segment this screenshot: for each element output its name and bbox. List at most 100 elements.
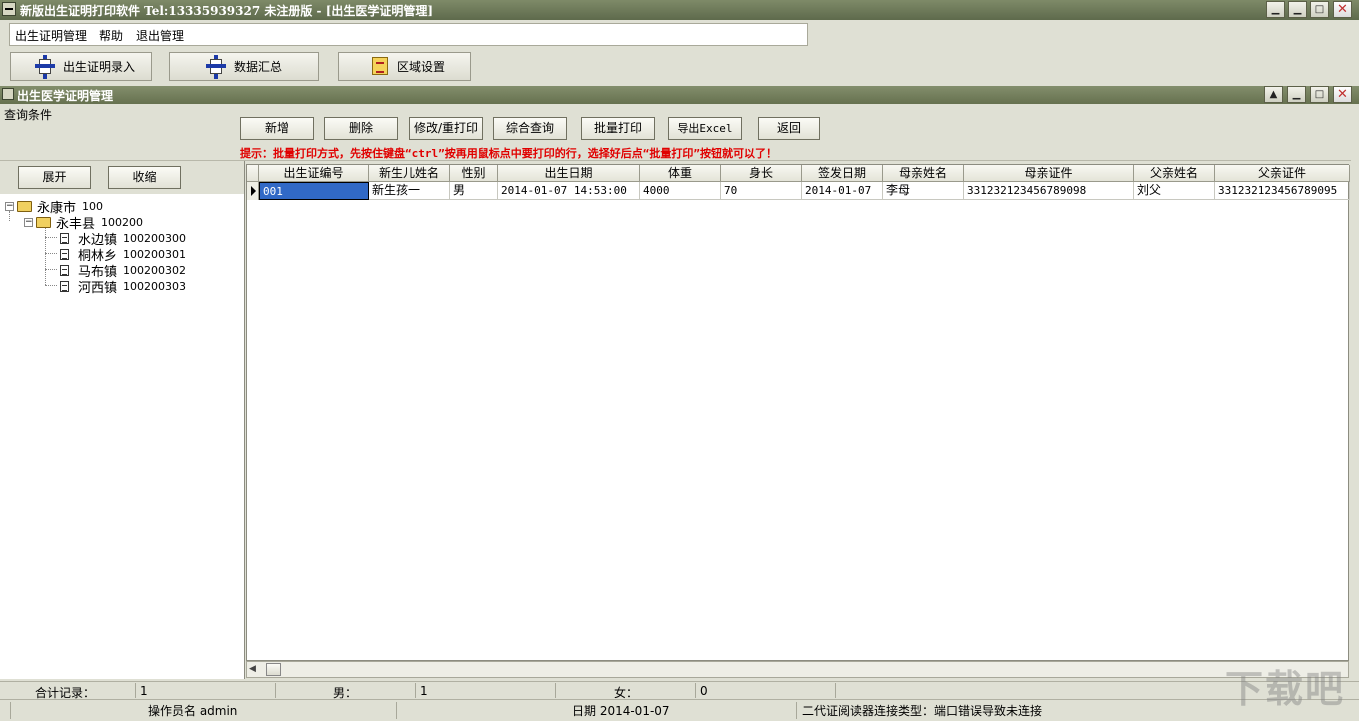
column-header[interactable]: 父亲姓名 xyxy=(1134,165,1215,182)
batch-print-button[interactable]: 批量打印 xyxy=(581,117,655,140)
restore-button[interactable]: ▁ xyxy=(1288,1,1307,18)
tree-line xyxy=(45,237,57,238)
document-arrows-icon xyxy=(31,54,61,80)
cell-issue-date[interactable]: 2014-01-07 xyxy=(802,182,883,200)
column-header[interactable]: 出生日期 xyxy=(498,165,640,182)
document-arrows-icon xyxy=(202,54,232,80)
area-settings-button[interactable]: 区域设置 xyxy=(338,52,471,81)
cell-weight[interactable]: 4000 xyxy=(640,182,721,200)
folder-open-icon xyxy=(17,201,32,212)
child-maximize-button[interactable]: □ xyxy=(1310,86,1329,103)
status-separator xyxy=(135,683,136,698)
menu-exit[interactable]: 退出管理 xyxy=(136,27,184,44)
current-row-indicator-icon xyxy=(247,182,259,200)
app-menu-icon[interactable] xyxy=(2,2,16,16)
tree-line xyxy=(45,269,57,270)
cell-mother-name[interactable]: 李母 xyxy=(883,182,964,200)
delete-button[interactable]: 删除 xyxy=(324,117,398,140)
child-menu-icon[interactable] xyxy=(2,88,14,100)
status-separator xyxy=(275,683,276,698)
tree-node-code: 100200300 xyxy=(123,232,187,245)
app-title: 新版出生证明打印软件 Tel:13335939327 未注册版 - [出生医学证… xyxy=(20,4,434,18)
add-button[interactable]: 新增 xyxy=(240,117,314,140)
status-separator xyxy=(415,683,416,698)
column-header[interactable]: 新生儿姓名 xyxy=(369,165,450,182)
status-separator xyxy=(796,702,797,719)
cell-length[interactable]: 70 xyxy=(721,182,802,200)
records-grid[interactable]: 出生证编号 新生儿姓名 性别 出生日期 体重 身长 签发日期 母亲姓名 母亲证件… xyxy=(246,164,1350,661)
export-excel-button[interactable]: 导出Excel xyxy=(668,117,742,140)
menu-bar: 出生证明管理 帮助 退出管理 xyxy=(9,23,808,46)
child-window-title-bar: 出生医学证明管理 ▲ ▁ □ ✕ xyxy=(0,86,1359,104)
back-button[interactable]: 返回 xyxy=(758,117,820,140)
status-separator xyxy=(10,702,11,719)
data-summary-button[interactable]: 数据汇总 xyxy=(169,52,319,81)
summary-status-bar: 合计记录： 1 男： 1 女： 0 xyxy=(0,681,1359,700)
cell-certificate-no[interactable]: 001 xyxy=(259,182,369,200)
tree-node-name: 河西镇 xyxy=(78,281,118,296)
tree-line xyxy=(45,285,57,286)
status-separator xyxy=(835,683,836,698)
operator-name: 操作员名 admin xyxy=(148,704,238,718)
settings-document-icon xyxy=(367,54,397,80)
minimize-button[interactable]: ▁ xyxy=(1266,1,1285,18)
child-window-title: 出生医学证明管理 xyxy=(17,89,114,103)
collapse-toggle-icon[interactable]: − xyxy=(5,202,14,211)
document-icon xyxy=(60,265,69,276)
close-button[interactable]: ✕ xyxy=(1333,1,1352,18)
region-tree-pane: 展开 收缩 − 永康市 100 − 永丰县 100200 水边镇 1002003… xyxy=(0,161,245,679)
table-row[interactable]: 001 新生孩一 男 2014-01-07 14:53:00 4000 70 2… xyxy=(247,182,1350,200)
row-indicator-header xyxy=(247,165,259,182)
data-summary-label: 数据汇总 xyxy=(234,60,283,74)
column-header[interactable]: 性别 xyxy=(450,165,498,182)
child-minimize-button[interactable]: ▲ xyxy=(1264,86,1283,103)
app-title-bar: 新版出生证明打印软件 Tel:13335939327 未注册版 - [出生医学证… xyxy=(0,0,1359,20)
tree-node-code: 100200303 xyxy=(123,280,187,293)
cell-father-name[interactable]: 刘父 xyxy=(1134,182,1215,200)
current-date: 日期 2014-01-07 xyxy=(572,704,670,718)
child-close-button[interactable]: ✕ xyxy=(1333,86,1352,103)
status-separator xyxy=(555,683,556,698)
collapse-button[interactable]: 收缩 xyxy=(108,166,181,189)
birth-entry-button[interactable]: 出生证明录入 xyxy=(10,52,152,81)
grid-header: 出生证编号 新生儿姓名 性别 出生日期 体重 身长 签发日期 母亲姓名 母亲证件… xyxy=(247,165,1350,182)
cell-mother-id[interactable]: 331232123456789098 xyxy=(964,182,1134,200)
cell-newborn-name[interactable]: 新生孩一 xyxy=(369,182,450,200)
tree-node-code: 100200302 xyxy=(123,264,187,277)
column-header[interactable]: 签发日期 xyxy=(802,165,883,182)
scroll-left-icon[interactable]: ◀ xyxy=(249,664,256,674)
maximize-button[interactable]: □ xyxy=(1310,1,1329,18)
cell-gender[interactable]: 男 xyxy=(450,182,498,200)
menu-birth-management[interactable]: 出生证明管理 xyxy=(15,27,87,44)
column-header[interactable]: 父亲证件 xyxy=(1215,165,1350,182)
collapse-toggle-icon[interactable]: − xyxy=(24,218,33,227)
id-reader-status: 二代证阅读器连接类型：端口错误导致未连接 xyxy=(802,704,1043,718)
status-separator xyxy=(695,683,696,698)
child-restore-button[interactable]: ▁ xyxy=(1287,86,1306,103)
column-header[interactable]: 身长 xyxy=(721,165,802,182)
menu-help[interactable]: 帮助 xyxy=(99,27,123,44)
status-separator xyxy=(396,702,397,719)
cell-father-id[interactable]: 331232123456789095 xyxy=(1215,182,1350,200)
app-status-bar: 操作员名 admin 日期 2014-01-07 二代证阅读器连接类型：端口错误… xyxy=(0,699,1359,721)
column-header[interactable]: 出生证编号 xyxy=(259,165,369,182)
search-button[interactable]: 综合查询 xyxy=(493,117,567,140)
male-count-value: 1 xyxy=(420,684,428,698)
tree-node-town[interactable]: 河西镇 100200303 xyxy=(60,277,186,296)
watermark-logo: 下载吧 xyxy=(1225,667,1346,711)
tree-node-code: 100200 xyxy=(101,216,144,229)
tree-node-code: 100 xyxy=(82,200,104,213)
cell-birth-date[interactable]: 2014-01-07 14:53:00 xyxy=(498,182,640,200)
right-edge xyxy=(1351,104,1359,679)
column-header[interactable]: 母亲姓名 xyxy=(883,165,964,182)
column-header[interactable]: 母亲证件 xyxy=(964,165,1134,182)
expand-button[interactable]: 展开 xyxy=(18,166,91,189)
horizontal-scrollbar[interactable]: ◀ xyxy=(246,661,1349,678)
batch-print-hint: 提示：批量打印方式，先按住键盘“ctrl”按再用鼠标点中要打印的行，选择好后点“… xyxy=(240,147,777,160)
scrollbar-thumb[interactable] xyxy=(266,663,281,676)
area-settings-label: 区域设置 xyxy=(397,60,446,74)
document-icon xyxy=(60,249,69,260)
edit-reprint-button[interactable]: 修改/重打印 xyxy=(409,117,483,140)
column-header[interactable]: 体重 xyxy=(640,165,721,182)
birth-entry-label: 出生证明录入 xyxy=(63,60,136,74)
